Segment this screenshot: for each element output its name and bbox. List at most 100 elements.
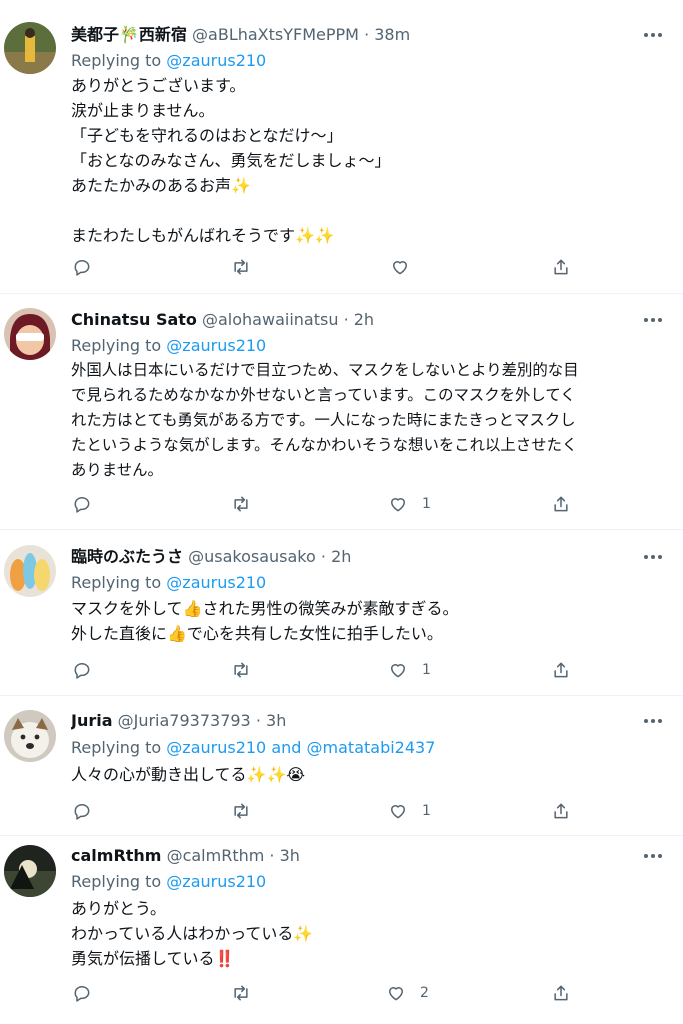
replying-to: Replying to @zaurus210 and @matatabi2437: [71, 736, 435, 760]
timestamp[interactable]: 38m: [374, 25, 410, 44]
reply-button[interactable]: [72, 254, 92, 280]
display-name[interactable]: Juria: [71, 711, 113, 730]
tweet-header: Juria @Juria79373793 · 3h: [71, 709, 633, 733]
three-dots-icon: [644, 555, 662, 559]
tweet-actions: 2: [0, 980, 683, 1006]
user-handle[interactable]: @alohawaiinatsu: [202, 310, 338, 329]
display-name[interactable]: 臨時のぶたうさ: [71, 547, 183, 566]
share-button[interactable]: [551, 491, 571, 517]
tweet-header: 美都子🎋西新宿 @aBLhaXtsYFMePPM · 38m: [71, 23, 633, 47]
separator-dot: ·: [320, 547, 326, 566]
like-button[interactable]: 1: [388, 657, 431, 683]
timestamp[interactable]: 2h: [331, 547, 351, 566]
tweet-text: 外国人は日本にいるだけで目立つため、マスクをしないとより差別的な目 で見られるた…: [71, 358, 663, 483]
avatar[interactable]: [4, 545, 56, 597]
comment-bubble-icon: [74, 663, 90, 679]
timestamp[interactable]: 3h: [280, 846, 300, 865]
tweet-text-line: 「子どもを守れるのはおとなだけ〜」: [71, 126, 343, 145]
tweet[interactable]: 美都子🎋西新宿 @aBLhaXtsYFMePPM · 38m Replying …: [0, 0, 683, 294]
mention-link[interactable]: @zaurus210: [166, 336, 266, 355]
replying-to-label: Replying to: [71, 872, 162, 891]
display-name[interactable]: Chinatsu Sato: [71, 310, 197, 329]
separator-dot: ·: [343, 310, 349, 329]
tweet-header: 臨時のぶたうさ @usakosausako · 2h: [71, 545, 633, 569]
three-dots-icon: [644, 719, 662, 723]
tweet-header: calmRthm @calmRthm · 3h: [71, 844, 633, 868]
reply-button[interactable]: [72, 491, 92, 517]
like-button[interactable]: 1: [388, 798, 431, 824]
user-handle[interactable]: @usakosausako: [188, 547, 316, 566]
tweet-text-line: 外国人は日本にいるだけで目立つため、マスクをしないとより差別的な目: [71, 361, 579, 379]
separator-dot: ·: [255, 711, 261, 730]
avatar[interactable]: [4, 845, 56, 897]
more-options-button[interactable]: [641, 308, 665, 332]
heart-outline-icon: [391, 498, 405, 512]
comment-bubble-icon: [74, 260, 90, 276]
user-handle[interactable]: @calmRthm: [167, 846, 265, 865]
like-count: 1: [422, 496, 431, 512]
reply-button[interactable]: [72, 798, 92, 824]
more-options-button[interactable]: [641, 23, 665, 47]
retweet-arrows-icon: [234, 803, 248, 819]
retweet-button[interactable]: [231, 657, 251, 683]
mention-link[interactable]: @zaurus210: [166, 738, 266, 757]
timestamp[interactable]: 3h: [266, 711, 286, 730]
share-upload-icon: [554, 662, 568, 678]
tweet-actions: 1: [0, 491, 683, 517]
tweet-text: ありがとうございます。 涙が止まりません。 「子どもを守れるのはおとなだけ〜」 …: [71, 73, 663, 248]
replying-to-label: Replying to: [71, 51, 162, 70]
retweet-arrows-icon: [234, 662, 248, 678]
like-button[interactable]: 1: [388, 491, 431, 517]
tweet-text-line: で見られるためなかなか外せないと言っています。このマスクを外してく: [71, 386, 576, 404]
tweet-text-line: 勇気が伝播している‼️: [71, 949, 235, 968]
three-dots-icon: [644, 854, 662, 858]
more-options-button[interactable]: [641, 709, 665, 733]
retweet-button[interactable]: [231, 798, 251, 824]
avatar[interactable]: [4, 308, 56, 360]
replying-to-label: Replying to: [71, 738, 162, 757]
mention-link[interactable]: @matatabi2437: [307, 738, 436, 757]
mention-link[interactable]: @zaurus210: [166, 573, 266, 592]
tweet[interactable]: 臨時のぶたうさ @usakosausako · 2h Replying to @…: [0, 530, 683, 696]
share-button[interactable]: [551, 798, 571, 824]
timestamp[interactable]: 2h: [354, 310, 374, 329]
more-options-button[interactable]: [641, 545, 665, 569]
heart-outline-icon: [393, 261, 407, 275]
tweet[interactable]: Chinatsu Sato @alohawaiinatsu · 2h Reply…: [0, 294, 683, 530]
avatar[interactable]: [4, 710, 56, 762]
mention-link[interactable]: @zaurus210: [166, 51, 266, 70]
tweet-text-line: ありがとうございます。: [71, 76, 246, 95]
retweet-button[interactable]: [231, 254, 251, 280]
reply-button[interactable]: [72, 980, 92, 1006]
display-name[interactable]: calmRthm: [71, 846, 161, 865]
reply-feed: 美都子🎋西新宿 @aBLhaXtsYFMePPM · 38m Replying …: [0, 0, 683, 1024]
more-options-button[interactable]: [641, 844, 665, 868]
user-handle[interactable]: @Juria79373793: [118, 711, 251, 730]
tweet-text: 人々の心が動き出してる✨✨😭: [71, 762, 663, 787]
replying-to-label: Replying to: [71, 573, 162, 592]
user-handle[interactable]: @aBLhaXtsYFMePPM: [192, 25, 359, 44]
reply-button[interactable]: [72, 657, 92, 683]
share-button[interactable]: [551, 657, 571, 683]
three-dots-icon: [644, 33, 662, 37]
tweet-text-line: 「おとなのみなさん、勇気をだしましょ〜」: [71, 151, 391, 170]
avatar[interactable]: [4, 22, 56, 74]
like-button[interactable]: [390, 254, 424, 280]
tweet[interactable]: Juria @Juria79373793 · 3h Replying to @z…: [0, 696, 683, 836]
tweet[interactable]: calmRthm @calmRthm · 3h Replying to @zau…: [0, 836, 683, 1024]
tweet-text-line: 外した直後に👍で心を共有した女性に拍手したい。: [71, 624, 443, 643]
like-button[interactable]: 2: [386, 980, 429, 1006]
retweet-button[interactable]: [231, 980, 251, 1006]
share-button[interactable]: [551, 980, 571, 1006]
comment-bubble-icon: [74, 986, 90, 1002]
mention-link[interactable]: @zaurus210: [166, 872, 266, 891]
share-button[interactable]: [551, 254, 571, 280]
display-name[interactable]: 美都子🎋西新宿: [71, 25, 187, 44]
separator-dot: ·: [364, 25, 370, 44]
retweet-button[interactable]: [231, 491, 251, 517]
tweet-text-line: 涙が止まりません。: [71, 101, 215, 120]
retweet-arrows-icon: [234, 496, 248, 512]
tweet-actions: 1: [0, 657, 683, 683]
tweet-text-line: たというような気がします。そんなかわいそうな想いをこれ以上させたく: [71, 436, 578, 454]
share-upload-icon: [554, 985, 568, 1001]
